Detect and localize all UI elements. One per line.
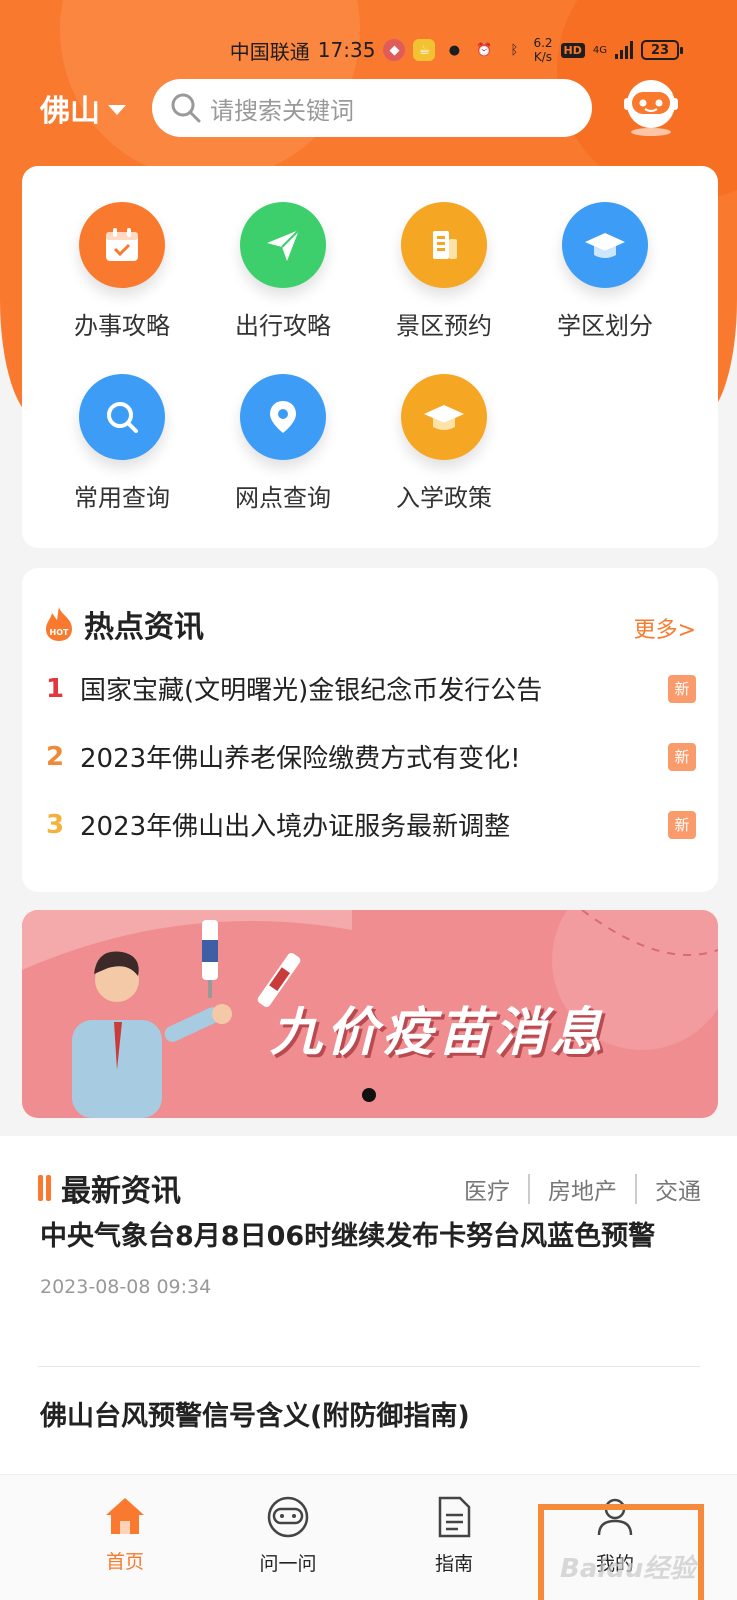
service-affairs-guide[interactable]: 办事攻略 bbox=[42, 202, 202, 341]
assistant-robot-icon[interactable] bbox=[620, 76, 682, 138]
service-label: 办事攻略 bbox=[74, 312, 170, 340]
clock: 17:35 bbox=[317, 38, 376, 62]
nav-label: 问一问 bbox=[259, 1553, 317, 1575]
tab-medical[interactable]: 医疗 bbox=[464, 1172, 510, 1206]
carrier-name: 中国联通 bbox=[229, 39, 310, 64]
graduation-cap-icon bbox=[401, 374, 487, 460]
tab-divider bbox=[635, 1174, 637, 1204]
svg-text:HOT: HOT bbox=[50, 628, 69, 637]
magnifier-icon bbox=[79, 374, 165, 460]
nav-label: 首页 bbox=[105, 1551, 144, 1573]
battery-icon: 23 bbox=[641, 40, 683, 60]
divider bbox=[38, 1366, 700, 1367]
new-badge: 新 bbox=[668, 742, 696, 771]
chat-icon: ● bbox=[448, 42, 461, 58]
hd-badge: HD bbox=[560, 42, 585, 58]
tab-real-estate[interactable]: 房地产 bbox=[548, 1172, 617, 1206]
tab-traffic[interactable]: 交通 bbox=[655, 1172, 701, 1206]
search-input[interactable]: 请搜索关键词 bbox=[152, 79, 592, 137]
home-icon bbox=[106, 1498, 144, 1534]
city-name: 佛山 bbox=[40, 94, 100, 129]
hot-news-text: 2023年佛山养老保险缴费方式有变化! bbox=[80, 744, 521, 774]
battery-level: 23 bbox=[650, 42, 670, 58]
service-scenic-booking[interactable]: 景区预约 bbox=[364, 202, 524, 341]
hot-news-item[interactable]: 2 2023年佛山养老保险缴费方式有变化! 新 bbox=[46, 738, 696, 775]
city-selector[interactable]: 佛山 bbox=[40, 86, 126, 130]
location-pin-icon bbox=[240, 374, 326, 460]
fire-hot-icon: HOT bbox=[46, 607, 72, 641]
document-icon bbox=[438, 1496, 471, 1538]
category-tabs: 医疗 房地产 交通 bbox=[464, 1172, 701, 1206]
alarm-icon: ⏰ bbox=[476, 42, 493, 58]
article-title: 佛山台风预警信号含义(附防御指南) bbox=[40, 1401, 470, 1432]
network-speed-value: 6.2 bbox=[533, 36, 553, 50]
service-common-query[interactable]: 常用查询 bbox=[42, 374, 202, 513]
service-label: 学区划分 bbox=[557, 312, 653, 340]
robot-icon bbox=[267, 1496, 309, 1538]
article-item[interactable]: 佛山台风预警信号含义(附防御指南) bbox=[40, 1396, 700, 1438]
new-badge: 新 bbox=[668, 674, 696, 703]
service-label: 入学政策 bbox=[396, 484, 492, 512]
hot-news-item[interactable]: 3 2023年佛山出入境办证服务最新调整 新 bbox=[46, 806, 696, 843]
section-bar-icon bbox=[38, 1175, 51, 1201]
carousel-indicator bbox=[362, 1088, 376, 1102]
tab-divider bbox=[528, 1174, 530, 1204]
building-icon bbox=[401, 202, 487, 288]
hot-news-header: HOT 热点资讯 bbox=[44, 602, 204, 646]
chevron-down-icon bbox=[108, 105, 126, 115]
service-label: 出行攻略 bbox=[235, 312, 331, 340]
rank-number: 1 bbox=[46, 673, 65, 704]
hot-news-text: 国家宝藏(文明曙光)金银纪念币发行公告 bbox=[80, 676, 543, 706]
hot-news-text: 2023年佛山出入境办证服务最新调整 bbox=[80, 812, 511, 842]
service-school-district[interactable]: 学区划分 bbox=[525, 202, 685, 341]
search-placeholder: 请搜索关键词 bbox=[210, 96, 354, 125]
article-title: 中央气象台8月8日06时继续发布卡努台风蓝色预警 bbox=[40, 1221, 656, 1252]
service-label: 网点查询 bbox=[235, 484, 331, 512]
coffee-icon: ☕ bbox=[413, 39, 436, 61]
new-badge: 新 bbox=[668, 810, 696, 839]
nav-home[interactable]: 首页 bbox=[65, 1495, 185, 1574]
watermark: Baidu经验 bbox=[560, 1554, 696, 1584]
article-time: 2023-08-08 09:34 bbox=[40, 1276, 212, 1298]
shield-icon: ◆ bbox=[383, 39, 406, 61]
article-item[interactable]: 中央气象台8月8日06时继续发布卡努台风蓝色预警 2023-08-08 09:3… bbox=[40, 1216, 700, 1298]
latest-news-title: 最新资讯 bbox=[61, 1174, 181, 1209]
network-speed-unit: K/s bbox=[533, 50, 553, 64]
nav-guide[interactable]: 指南 bbox=[394, 1495, 514, 1576]
nav-label: 指南 bbox=[434, 1553, 473, 1575]
banner-title: 九价疫苗消息 bbox=[270, 1003, 607, 1063]
network-speed: 6.2 K/s bbox=[533, 36, 552, 64]
vaccine-banner[interactable]: 九价疫苗消息 bbox=[22, 910, 718, 1118]
calendar-icon bbox=[79, 202, 165, 288]
latest-news-header: 最新资讯 bbox=[38, 1166, 181, 1210]
signal-icon bbox=[615, 41, 633, 59]
service-outlet-query[interactable]: 网点查询 bbox=[203, 374, 363, 513]
bluetooth-icon: ᛒ bbox=[510, 42, 519, 58]
more-link[interactable]: 更多> bbox=[634, 612, 696, 644]
nav-ask[interactable]: 问一问 bbox=[228, 1495, 348, 1576]
status-bar: 中国联通 17:35 ◆ ☕ ● ⏰ ᛒ 6.2 K/s HD 4G 23 bbox=[229, 30, 683, 70]
rank-number: 2 bbox=[46, 741, 65, 772]
search-icon bbox=[171, 93, 201, 123]
rank-number: 3 bbox=[46, 809, 65, 840]
hot-news-card: HOT 热点资讯 更多> 1 国家宝藏(文明曙光)金银纪念币发行公告 新 2 2… bbox=[22, 568, 718, 892]
service-label: 常用查询 bbox=[74, 484, 170, 512]
services-card: 办事攻略 出行攻略 景区预约 学区划分 常用查询 网点查询 入学政策 bbox=[22, 166, 718, 548]
latest-news-section: 最新资讯 医疗 房地产 交通 中央气象台8月8日06时继续发布卡努台风蓝色预警 … bbox=[0, 1136, 737, 1476]
network-type: 4G bbox=[592, 44, 607, 56]
hot-news-item[interactable]: 1 国家宝藏(文明曙光)金银纪念币发行公告 新 bbox=[46, 670, 696, 707]
hot-news-title: 热点资讯 bbox=[84, 610, 204, 645]
service-enrollment-policy[interactable]: 入学政策 bbox=[364, 374, 524, 513]
graduation-cap-icon bbox=[562, 202, 648, 288]
service-travel-guide[interactable]: 出行攻略 bbox=[203, 202, 363, 341]
paper-plane-icon bbox=[240, 202, 326, 288]
service-label: 景区预约 bbox=[396, 312, 492, 340]
